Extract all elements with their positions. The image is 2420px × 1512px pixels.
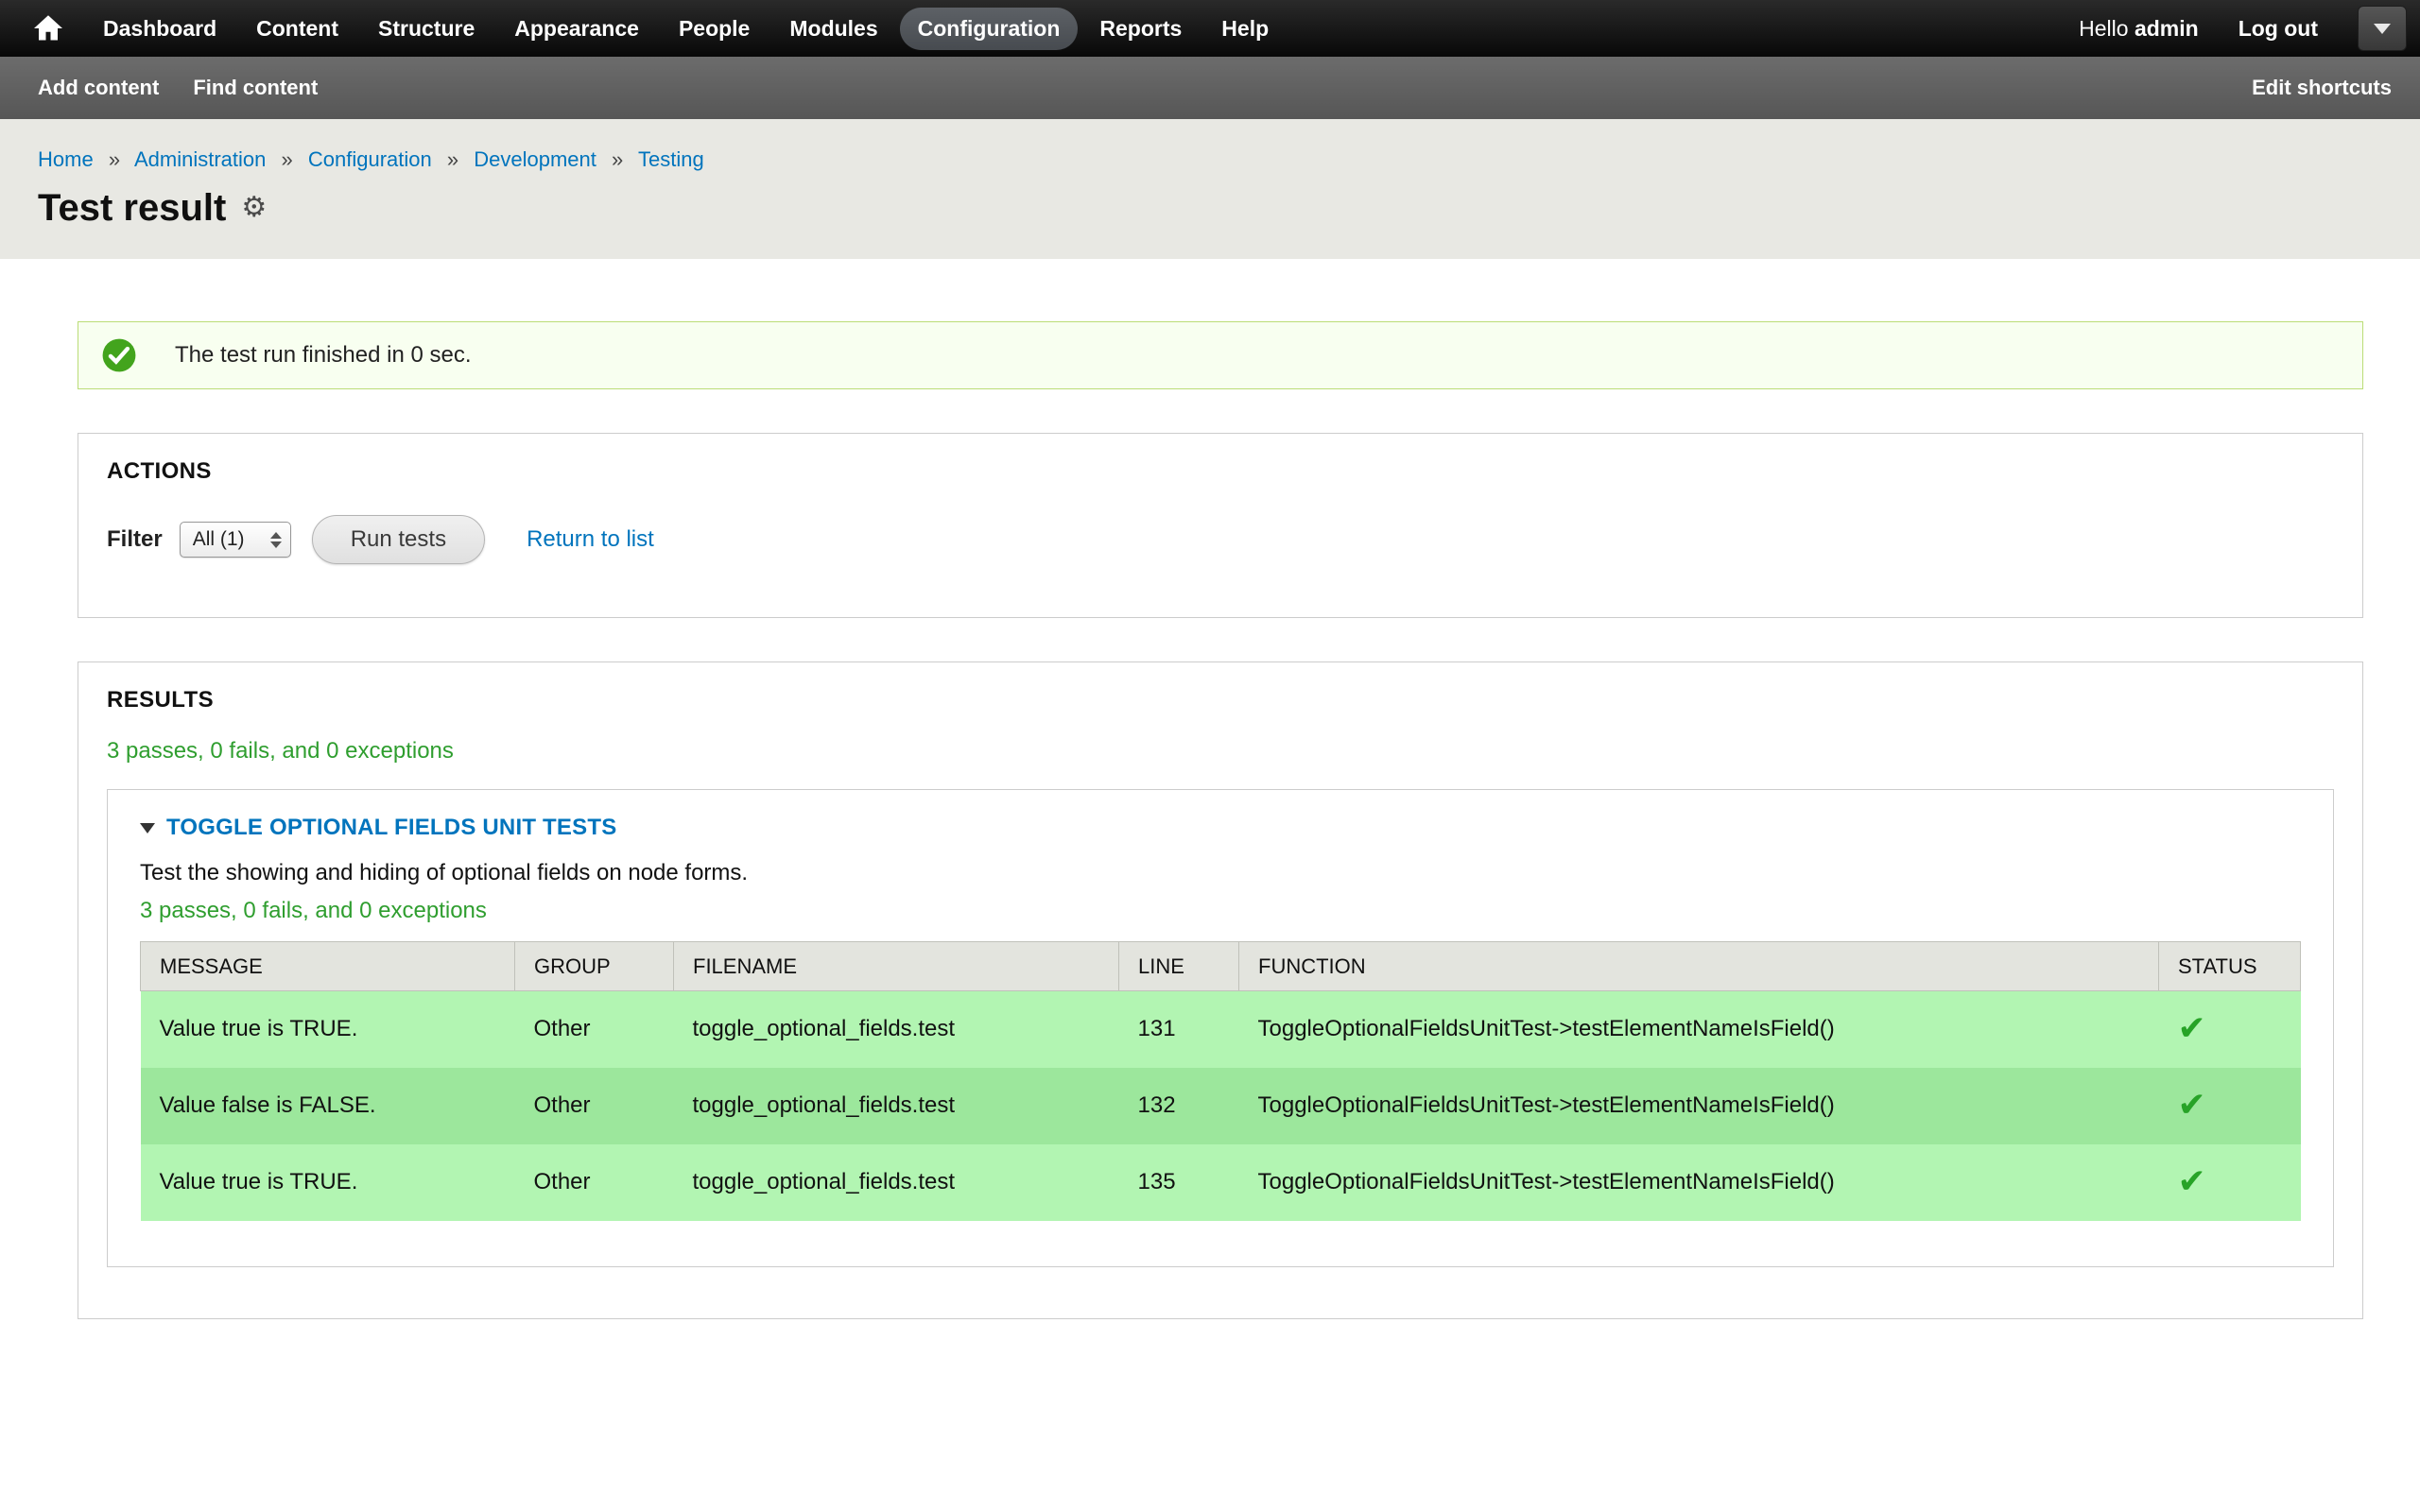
home-icon[interactable] — [25, 0, 72, 57]
toolbar-right: Hello admin Log out — [2079, 6, 2420, 51]
test-group-title: TOGGLE OPTIONAL FIELDS UNIT TESTS — [166, 815, 616, 841]
test-group-description: Test the showing and hiding of optional … — [140, 860, 2301, 886]
filter-label: Filter — [107, 526, 163, 553]
table-header-row: MESSAGE GROUP FILENAME LINE FUNCTION STA… — [141, 942, 2301, 991]
test-group-toggle[interactable]: TOGGLE OPTIONAL FIELDS UNIT TESTS — [140, 815, 2301, 841]
column-header-message: MESSAGE — [141, 942, 515, 991]
breadcrumb-separator: » — [109, 147, 120, 171]
table-row: Value true is TRUE. Other toggle_optiona… — [141, 991, 2301, 1068]
gear-icon[interactable]: ⚙ — [241, 194, 267, 222]
pass-check-icon: ✔ — [2178, 1009, 2206, 1048]
page-title: Test result — [38, 189, 226, 227]
logout-link[interactable]: Log out — [2238, 16, 2318, 42]
return-to-list-link[interactable]: Return to list — [527, 526, 654, 553]
test-group-summary: 3 passes, 0 fails, and 0 exceptions — [140, 898, 2301, 924]
column-header-function: FUNCTION — [1239, 942, 2159, 991]
cell-function: ToggleOptionalFieldsUnitTest->testElemen… — [1239, 1144, 2159, 1221]
breadcrumb-development[interactable]: Development — [474, 147, 596, 171]
status-message: The test run finished in 0 sec. — [78, 321, 2363, 389]
cell-line: 132 — [1119, 1068, 1239, 1144]
column-header-line: LINE — [1119, 942, 1239, 991]
table-row: Value true is TRUE. Other toggle_optiona… — [141, 1144, 2301, 1221]
filter-select-value: All (1) — [193, 528, 245, 551]
cell-filename: toggle_optional_fields.test — [674, 1068, 1119, 1144]
pass-check-icon: ✔ — [2178, 1162, 2206, 1201]
results-summary: 3 passes, 0 fails, and 0 exceptions — [107, 738, 2334, 765]
cell-group: Other — [515, 1144, 674, 1221]
cell-line: 131 — [1119, 991, 1239, 1068]
toolbar-menu: Dashboard Content Structure Appearance P… — [85, 8, 1287, 50]
toolbar-item-configuration[interactable]: Configuration — [900, 8, 1079, 50]
toolbar-item-modules[interactable]: Modules — [771, 8, 895, 50]
toolbar-toggle-button[interactable] — [2358, 6, 2407, 51]
shortcuts-bar: Add content Find content Edit shortcuts — [0, 57, 2420, 119]
cell-status: ✔ — [2159, 1144, 2301, 1221]
breadcrumb: Home » Administration » Configuration » … — [38, 147, 2382, 172]
run-tests-button[interactable]: Run tests — [312, 515, 485, 564]
main-content: The test run finished in 0 sec. ACTIONS … — [0, 259, 2420, 1319]
column-header-group: GROUP — [515, 942, 674, 991]
cell-filename: toggle_optional_fields.test — [674, 991, 1119, 1068]
toolbar-item-reports[interactable]: Reports — [1081, 8, 1200, 50]
toolbar-item-dashboard[interactable]: Dashboard — [85, 8, 234, 50]
home-icon-glyph — [34, 15, 62, 42]
edit-shortcuts-link[interactable]: Edit shortcuts — [2252, 76, 2392, 100]
results-legend: RESULTS — [107, 687, 2334, 713]
toolbar-item-structure[interactable]: Structure — [360, 8, 493, 50]
cell-message: Value false is FALSE. — [141, 1068, 515, 1144]
results-panel: RESULTS 3 passes, 0 fails, and 0 excepti… — [78, 662, 2363, 1319]
greeting-prefix: Hello — [2079, 16, 2128, 41]
shortcut-find-content[interactable]: Find content — [193, 76, 318, 100]
chevron-down-icon — [2374, 24, 2391, 34]
collapse-arrow-icon — [140, 823, 155, 833]
toolbar-item-help[interactable]: Help — [1203, 8, 1287, 50]
cell-function: ToggleOptionalFieldsUnitTest->testElemen… — [1239, 1068, 2159, 1144]
cell-function: ToggleOptionalFieldsUnitTest->testElemen… — [1239, 991, 2159, 1068]
cell-message: Value true is TRUE. — [141, 1144, 515, 1221]
select-arrows-icon — [270, 532, 282, 548]
column-header-status: STATUS — [2159, 942, 2301, 991]
column-header-filename: FILENAME — [674, 942, 1119, 991]
admin-toolbar: Dashboard Content Structure Appearance P… — [0, 0, 2420, 57]
cell-group: Other — [515, 1068, 674, 1144]
actions-legend: ACTIONS — [107, 458, 2334, 485]
page-header: Home » Administration » Configuration » … — [0, 119, 2420, 259]
status-text: The test run finished in 0 sec. — [175, 342, 472, 369]
actions-row: Filter All (1) Run tests Return to list — [107, 515, 2334, 617]
cell-group: Other — [515, 991, 674, 1068]
status-ok-icon — [101, 337, 137, 373]
breadcrumb-configuration[interactable]: Configuration — [308, 147, 432, 171]
test-group-panel: TOGGLE OPTIONAL FIELDS UNIT TESTS Test t… — [107, 789, 2334, 1267]
username: admin — [2135, 16, 2199, 41]
breadcrumb-testing[interactable]: Testing — [638, 147, 704, 171]
breadcrumb-separator: » — [612, 147, 623, 171]
breadcrumb-home[interactable]: Home — [38, 147, 94, 171]
shortcut-add-content[interactable]: Add content — [38, 76, 159, 100]
toolbar-item-content[interactable]: Content — [238, 8, 356, 50]
actions-panel: ACTIONS Filter All (1) Run tests Return … — [78, 433, 2363, 618]
toolbar-item-people[interactable]: People — [661, 8, 768, 50]
cell-filename: toggle_optional_fields.test — [674, 1144, 1119, 1221]
results-table: MESSAGE GROUP FILENAME LINE FUNCTION STA… — [140, 941, 2301, 1221]
cell-status: ✔ — [2159, 1068, 2301, 1144]
user-greeting: Hello admin — [2079, 16, 2199, 42]
breadcrumb-administration[interactable]: Administration — [134, 147, 266, 171]
toolbar-item-appearance[interactable]: Appearance — [496, 8, 657, 50]
cell-line: 135 — [1119, 1144, 1239, 1221]
breadcrumb-separator: » — [447, 147, 458, 171]
filter-select[interactable]: All (1) — [180, 522, 291, 558]
cell-message: Value true is TRUE. — [141, 991, 515, 1068]
cell-status: ✔ — [2159, 991, 2301, 1068]
pass-check-icon: ✔ — [2178, 1086, 2206, 1125]
breadcrumb-separator: » — [281, 147, 292, 171]
table-row: Value false is FALSE. Other toggle_optio… — [141, 1068, 2301, 1144]
page-title-row: Test result ⚙ — [38, 189, 2382, 227]
